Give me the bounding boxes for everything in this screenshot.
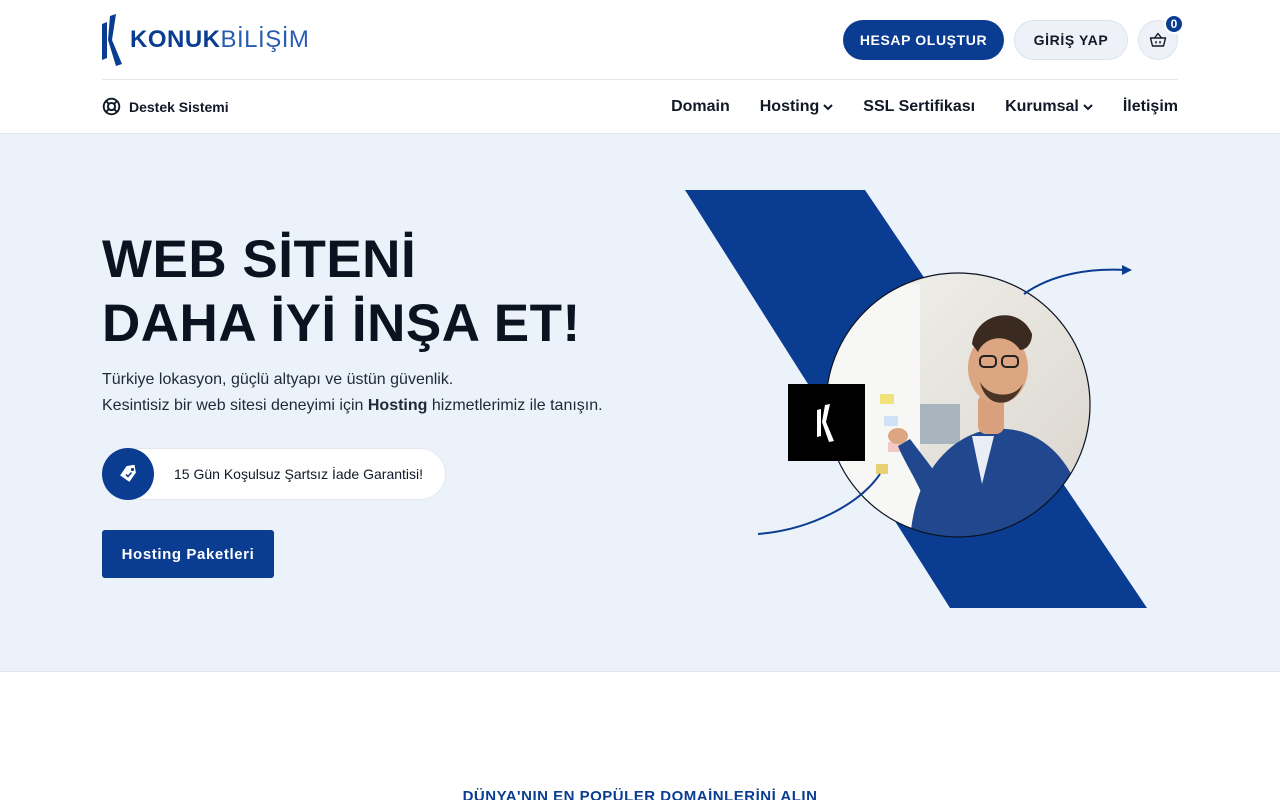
logo-mark-icon [102,14,122,66]
cart-count-badge: 0 [1164,14,1184,34]
nav-item-label: Kurumsal [1005,98,1079,115]
hero-title-line: DAHA İYİ İNŞA ET! [102,294,581,353]
support-label: Destek Sistemi [129,98,229,115]
site-header: KONUK BİLİŞİM HESAP OLUŞTUR GİRİŞ YAP 0 [0,0,1280,134]
nav-item-hosting[interactable]: Hosting [760,98,834,116]
nav-item-ssl[interactable]: SSL Sertifikası [863,98,975,116]
hero-desc-text: Kesintisiz bir web sitesi deneyimi için [102,397,368,414]
guarantee-badge: 15 Gün Koşulsuz Şartsız İade Garantisi! [102,448,446,500]
nav-item-iletisim[interactable]: İletişim [1123,98,1178,116]
hero-title-line: WEB SİTENİ [102,230,417,289]
nav-item-label: Domain [671,98,730,115]
hero-title: WEB SİTENİ DAHA İYİ İNŞA ET! [102,228,581,356]
nav-item-label: SSL Sertifikası [863,98,976,115]
hero-desc-bold: Hosting [367,397,428,414]
basket-icon [1149,32,1167,47]
hero-section: WEB SİTENİ DAHA İYİ İNŞA ET! Türkiye lok… [0,134,1280,672]
tag-icon [120,464,136,482]
guarantee-text: 15 Gün Koşulsuz Şartsız İade Garantisi! [174,466,424,482]
hero-desc-line: Türkiye lokasyon, güçlü altyapı ve üstün… [102,371,454,388]
support-link[interactable]: Destek Sistemi [102,97,229,116]
guarantee-icon-circle [102,448,154,500]
hero-description: Türkiye lokasyon, güçlü altyapı ve üstün… [102,367,603,419]
hero-desc-line: Kesintisiz bir web sitesi deneyimi için … [102,393,603,419]
chevron-down-icon [1083,103,1093,110]
domains-section-title: DÜNYA'NIN EN POPÜLER DOMAİNLERİNİ ALIN [462,788,818,800]
hero-illustration [685,190,1147,608]
logo-text-bold: KONUK [130,26,221,53]
main-nav: Domain Hosting SSL Sertifikası Kurumsal … [641,80,1178,134]
header-nav-bar: Destek Sistemi Domain Hosting SSL Sertif… [102,80,1178,134]
logo-square [788,384,865,461]
chevron-down-icon [823,103,834,110]
logo-text-light: BİLİŞİM [220,26,310,53]
curved-arrow-top [1023,268,1127,295]
logo[interactable]: KONUK BİLİŞİM [102,14,309,66]
hero-desc-text: hizmetlerimiz ile tanışın. [427,397,603,414]
lifebuoy-icon [102,97,121,116]
logo-text: KONUK BİLİŞİM [130,26,309,54]
header-top-bar: KONUK BİLİŞİM HESAP OLUŞTUR GİRİŞ YAP 0 [102,0,1184,80]
nav-item-kurumsal[interactable]: Kurumsal [1005,98,1093,116]
hosting-packages-button[interactable]: Hosting Paketleri [102,530,274,578]
login-button[interactable]: GİRİŞ YAP [1014,20,1128,60]
create-account-button[interactable]: HESAP OLUŞTUR [843,20,1004,60]
nav-item-domain[interactable]: Domain [671,98,730,116]
nav-item-label: Hosting [759,98,820,115]
nav-item-label: İletişim [1122,98,1178,115]
